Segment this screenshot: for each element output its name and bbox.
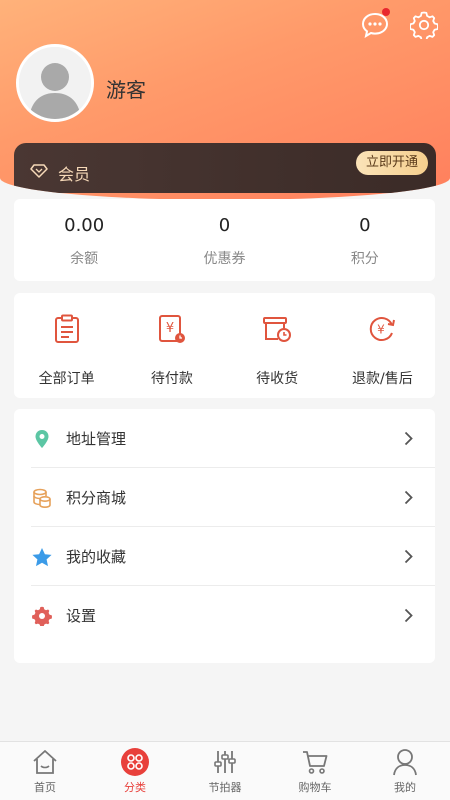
menu-label-favorites: 我的收藏 bbox=[66, 548, 127, 566]
refund-button[interactable]: ¥ 退款/售后 bbox=[330, 293, 435, 398]
svg-text:¥: ¥ bbox=[378, 323, 386, 337]
pending-delivery-button[interactable]: 待收货 bbox=[225, 293, 330, 398]
tab-label-category: 分类 bbox=[124, 781, 146, 794]
orders-card: 全部订单 ¥ 待付款 待收货 ¥ 退款/售后 bbox=[14, 293, 435, 398]
menu-item-points-mall[interactable]: 积分商城 bbox=[14, 468, 435, 527]
chevron-right-icon bbox=[404, 608, 413, 627]
pending-delivery-icon bbox=[225, 312, 330, 346]
avatar[interactable] bbox=[16, 44, 94, 122]
svg-text:¥: ¥ bbox=[166, 321, 174, 336]
chevron-right-icon bbox=[404, 490, 413, 509]
unread-badge bbox=[382, 8, 390, 16]
pending-payment-icon: ¥ bbox=[119, 312, 224, 346]
stats-card: 0.00 余额 0 优惠券 0 积分 bbox=[14, 199, 435, 281]
chevron-right-icon bbox=[404, 549, 413, 568]
gear-icon bbox=[31, 605, 53, 627]
tab-label-cart: 购物车 bbox=[298, 781, 332, 794]
settings-icon[interactable] bbox=[409, 10, 439, 40]
star-icon bbox=[31, 546, 53, 568]
tab-label-metronome: 节拍器 bbox=[208, 781, 242, 794]
message-icon[interactable] bbox=[360, 8, 390, 40]
menu-label-settings: 设置 bbox=[66, 607, 97, 625]
user-icon bbox=[390, 747, 420, 777]
open-membership-button[interactable]: 立即开通 bbox=[355, 151, 428, 175]
home-icon bbox=[30, 747, 60, 777]
refund-icon: ¥ bbox=[330, 312, 435, 346]
tab-category[interactable]: 分类 bbox=[90, 742, 180, 800]
points-stat[interactable]: 0 积分 bbox=[295, 199, 435, 281]
menu-item-settings[interactable]: 设置 bbox=[14, 586, 435, 645]
coupon-value: 0 bbox=[218, 215, 231, 236]
coupon-stat[interactable]: 0 优惠券 bbox=[154, 199, 294, 281]
clipboard-icon bbox=[14, 312, 119, 346]
username: 游客 bbox=[106, 78, 146, 102]
points-value: 0 bbox=[359, 215, 371, 236]
pending-delivery-label: 待收货 bbox=[256, 371, 299, 387]
refund-label: 退款/售后 bbox=[352, 371, 413, 387]
profile-header: 游客 会员 立即开通 bbox=[0, 0, 450, 200]
menu-item-favorites[interactable]: 我的收藏 bbox=[14, 527, 435, 586]
tab-cart[interactable]: 购物车 bbox=[270, 742, 360, 800]
points-label: 积分 bbox=[350, 251, 379, 267]
pending-payment-button[interactable]: ¥ 待付款 bbox=[119, 293, 224, 398]
balance-stat[interactable]: 0.00 余额 bbox=[14, 199, 154, 281]
location-pin-icon bbox=[31, 428, 53, 450]
cart-icon bbox=[300, 747, 330, 777]
coins-icon bbox=[31, 487, 53, 509]
metronome-sliders-icon bbox=[210, 747, 240, 777]
category-icon bbox=[120, 747, 150, 777]
menu-label-address: 地址管理 bbox=[66, 430, 127, 448]
tab-metronome[interactable]: 节拍器 bbox=[180, 742, 270, 800]
bottom-tab-bar: 首页 分类 节拍器 购物车 我的 bbox=[0, 741, 450, 800]
all-orders-button[interactable]: 全部订单 bbox=[14, 293, 119, 398]
balance-label: 余额 bbox=[70, 251, 99, 267]
member-label: 会员 bbox=[58, 165, 91, 184]
menu-item-address[interactable]: 地址管理 bbox=[14, 409, 435, 468]
tab-mine[interactable]: 我的 bbox=[360, 742, 450, 800]
pending-payment-label: 待付款 bbox=[150, 371, 193, 387]
balance-value: 0.00 bbox=[64, 215, 105, 236]
member-bar[interactable]: 会员 立即开通 bbox=[14, 143, 436, 193]
coupon-label: 优惠券 bbox=[203, 251, 246, 267]
menu-card: 地址管理 积分商城 我的收藏 设置 bbox=[14, 409, 435, 663]
menu-label-points-mall: 积分商城 bbox=[66, 489, 127, 507]
diamond-icon bbox=[30, 163, 48, 182]
chevron-right-icon bbox=[404, 431, 413, 450]
tab-home[interactable]: 首页 bbox=[0, 742, 90, 800]
tab-label-mine: 我的 bbox=[394, 781, 416, 794]
tab-label-home: 首页 bbox=[34, 781, 56, 794]
all-orders-label: 全部订单 bbox=[38, 371, 95, 387]
